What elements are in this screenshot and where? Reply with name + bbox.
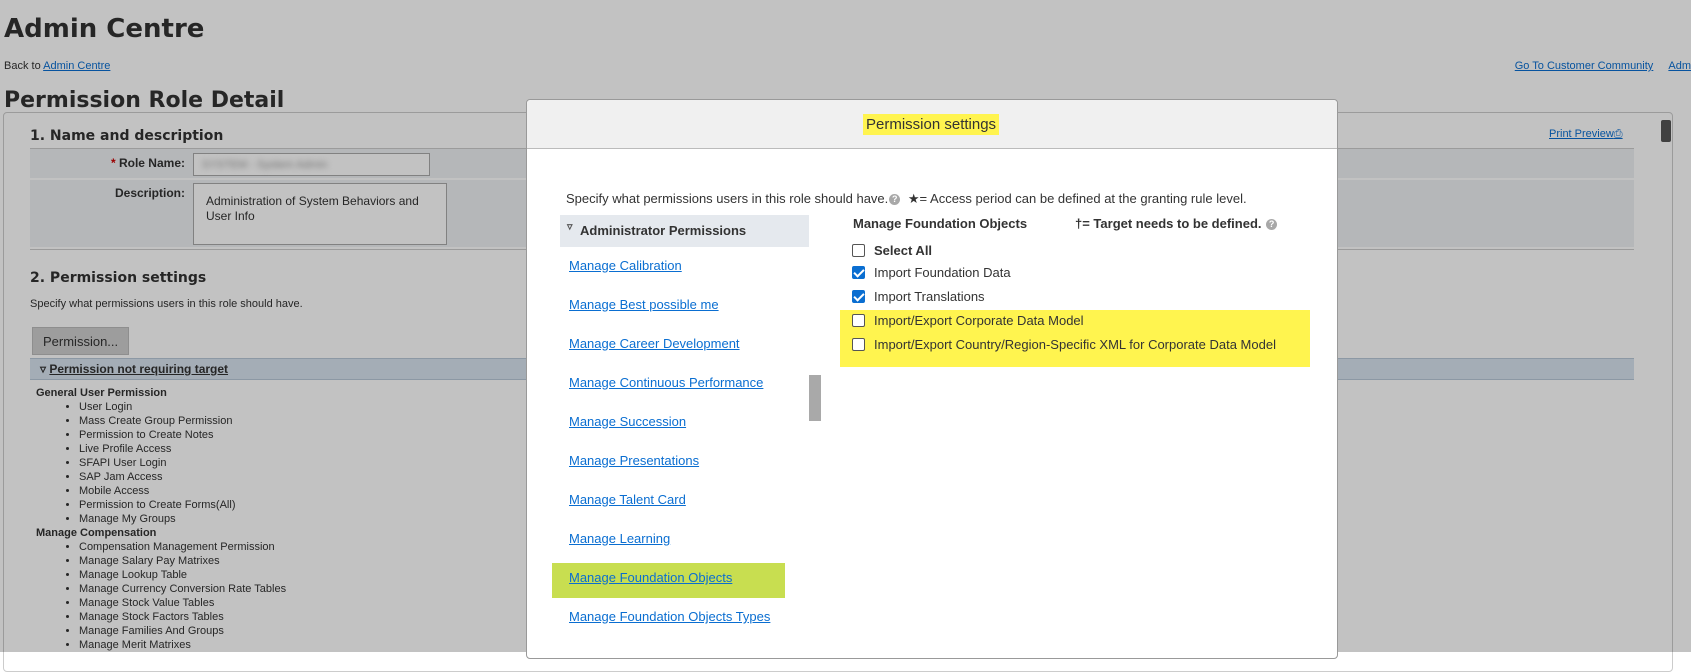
- category-link-best-possible-me[interactable]: Manage Best possible me: [569, 297, 719, 317]
- help-icon[interactable]: ?: [1266, 219, 1278, 230]
- select-all-checkbox-row[interactable]: Select All: [852, 243, 932, 258]
- dialog-intro: Specify what permissions users in this r…: [566, 191, 1247, 206]
- permission-checkbox-row[interactable]: Import Foundation Data: [852, 265, 1011, 280]
- target-note: †= Target needs to be defined. ?: [1075, 216, 1281, 231]
- category-link-manage-calibration[interactable]: Manage Calibration: [569, 258, 682, 278]
- dialog-title: Permission settings: [863, 114, 1000, 135]
- category-link-talent-card[interactable]: Manage Talent Card: [569, 492, 686, 512]
- administrator-permissions-header[interactable]: ▿ Administrator Permissions: [560, 215, 809, 247]
- category-link-learning[interactable]: Manage Learning: [569, 531, 670, 551]
- dialog-header: Permission settings: [527, 100, 1337, 149]
- category-link-foundation-objects[interactable]: Manage Foundation Objects: [552, 563, 785, 598]
- category-link-presentations[interactable]: Manage Presentations: [569, 453, 699, 473]
- import-export-corporate-data-model-checkbox[interactable]: [852, 314, 865, 327]
- import-translations-checkbox[interactable]: [852, 290, 865, 303]
- access-period-note: ★= Access period can be defined at the g…: [907, 191, 1247, 206]
- import-export-country-xml-checkbox[interactable]: [852, 338, 865, 351]
- permission-checkbox-row[interactable]: Import Translations: [852, 289, 985, 304]
- permission-settings-dialog: Permission settings Specify what permiss…: [526, 99, 1338, 659]
- category-link-succession[interactable]: Manage Succession: [569, 414, 686, 434]
- permission-section-title: Manage Foundation Objects: [853, 216, 1028, 231]
- import-foundation-data-checkbox[interactable]: [852, 266, 865, 279]
- category-link-foundation-objects-types[interactable]: Manage Foundation Objects Types: [569, 609, 770, 629]
- category-link-career-development[interactable]: Manage Career Development: [569, 336, 740, 356]
- permission-checkbox-row[interactable]: Import/Export Country/Region-Specific XM…: [852, 337, 1276, 352]
- category-link-continuous-performance[interactable]: Manage Continuous Performance: [569, 375, 763, 395]
- select-all-checkbox[interactable]: [852, 244, 865, 257]
- category-list-scrollbar[interactable]: [809, 375, 821, 421]
- chevron-down-icon: ▿: [567, 221, 573, 233]
- help-icon[interactable]: ?: [889, 194, 901, 205]
- permission-checkbox-row[interactable]: Import/Export Corporate Data Model: [852, 313, 1084, 328]
